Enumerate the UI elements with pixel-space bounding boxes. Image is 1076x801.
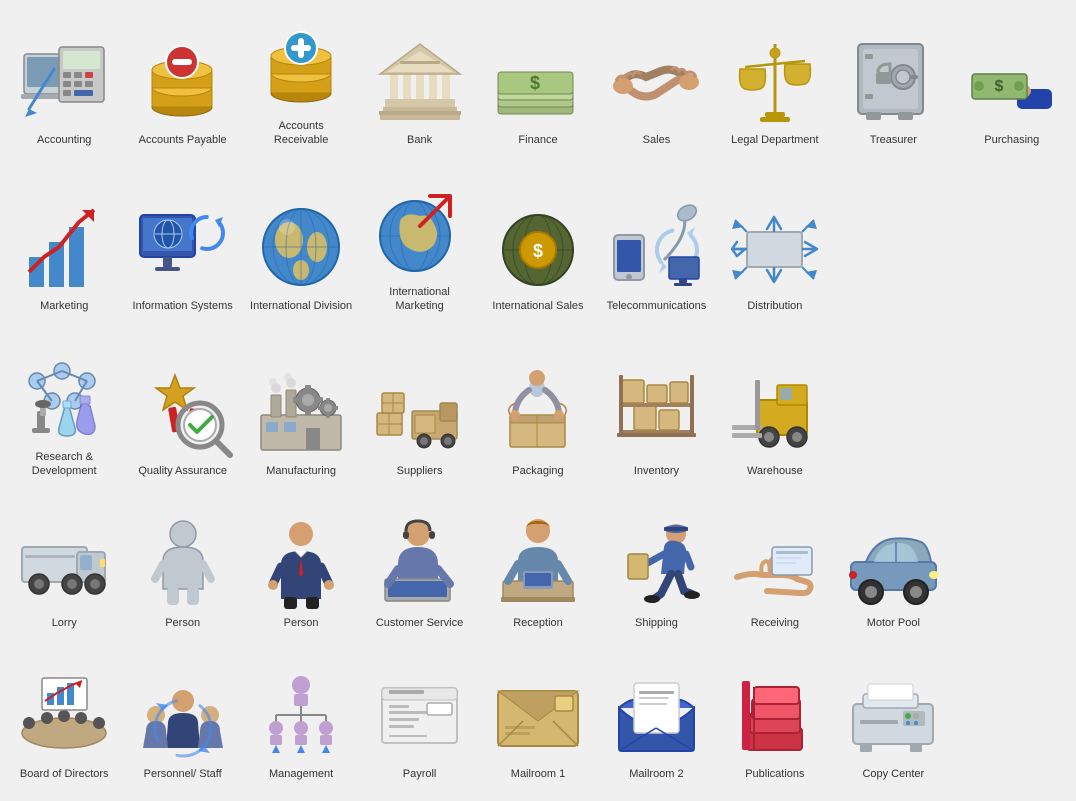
item-person-silhouette[interactable]: Person — [128, 512, 236, 635]
item-accounting-label: Accounting — [37, 133, 91, 147]
item-copy-center-label: Copy Center — [862, 767, 924, 781]
item-packaging-label: Packaging — [512, 464, 563, 478]
item-distribution[interactable]: Distribution — [721, 181, 829, 319]
item-international-marketing[interactable]: International Marketing — [365, 181, 473, 319]
item-person2-label: Person — [284, 616, 319, 630]
item-intl-div-label: International Division — [250, 299, 352, 313]
item-international-division[interactable]: International Division — [247, 181, 355, 319]
item-inventory[interactable]: Inventory — [602, 346, 710, 484]
item-telecommunications[interactable]: Telecommunications — [602, 181, 710, 319]
item-accounts-receivable[interactable]: Accounts Receivable — [247, 15, 355, 153]
item-finance-label: Finance — [518, 133, 557, 147]
item-accounts-receivable-label: Accounts Receivable — [250, 119, 352, 148]
item-reception[interactable]: Reception — [484, 512, 592, 635]
item-bank[interactable]: Bank — [365, 15, 473, 153]
item-person-man[interactable]: Person — [247, 512, 355, 635]
item-payroll-label: Payroll — [403, 767, 437, 781]
item-inventory-label: Inventory — [634, 464, 679, 478]
item-personnel-label: Personnel/ Staff — [144, 767, 222, 781]
item-publications[interactable]: Publications — [721, 663, 829, 786]
item-accounts-payable-label: Accounts Payable — [139, 133, 227, 147]
svg-text:$: $ — [994, 78, 1003, 95]
item-intl-sales-label: International Sales — [492, 299, 583, 313]
item-sales-label: Sales — [643, 133, 671, 147]
item-shipping[interactable]: Shipping — [602, 512, 710, 635]
item-lorry[interactable]: Lorry — [10, 512, 118, 635]
item-legal-label: Legal Department — [731, 133, 818, 147]
svg-text:$: $ — [530, 73, 540, 93]
item-information-systems[interactable]: Information Systems — [128, 181, 236, 319]
item-personnel-staff[interactable]: Personnel/ Staff — [128, 663, 236, 786]
item-manufacturing[interactable]: Manufacturing — [247, 346, 355, 484]
item-marketing-label: Marketing — [40, 299, 88, 313]
item-legal-department[interactable]: Legal Department — [721, 15, 829, 153]
item-bank-label: Bank — [407, 133, 432, 147]
item-treasurer-label: Treasurer — [870, 133, 917, 147]
item-sales[interactable]: Sales — [602, 15, 710, 153]
item-international-sales[interactable]: $ International Sales — [484, 181, 592, 319]
item-accounts-payable[interactable]: Accounts Payable — [128, 15, 236, 153]
item-info-systems-label: Information Systems — [133, 299, 233, 313]
item-warehouse[interactable]: Warehouse — [721, 346, 829, 484]
item-purchasing[interactable]: $ Purchasing — [958, 15, 1066, 153]
item-board-label: Board of Directors — [20, 767, 109, 781]
item-research-label: Research & Development — [13, 450, 115, 479]
item-marketing[interactable]: Marketing — [10, 181, 118, 319]
item-copy-center[interactable]: Copy Center — [839, 663, 947, 786]
item-management-label: Management — [269, 767, 333, 781]
item-receiving-label: Receiving — [751, 616, 799, 630]
item-suppliers[interactable]: Suppliers — [365, 346, 473, 484]
item-mailroom1[interactable]: Mailroom 1 — [484, 663, 592, 786]
item-accounting[interactable]: Accounting — [10, 15, 118, 153]
item-board-of-directors[interactable]: Board of Directors — [10, 663, 118, 786]
item-research-development[interactable]: Research & Development — [10, 346, 118, 484]
item-payroll[interactable]: Payroll — [365, 663, 473, 786]
item-receiving[interactable]: Receiving — [721, 512, 829, 635]
item-publications-label: Publications — [745, 767, 804, 781]
svg-text:$: $ — [533, 241, 543, 261]
item-quality-assurance[interactable]: Quality Assurance — [128, 346, 236, 484]
item-suppliers-label: Suppliers — [397, 464, 443, 478]
item-motor-pool-label: Motor Pool — [867, 616, 920, 630]
item-lorry-label: Lorry — [52, 616, 77, 630]
item-mailroom2-label: Mailroom 2 — [629, 767, 683, 781]
item-telecom-label: Telecommunications — [607, 299, 707, 313]
item-treasurer[interactable]: Treasurer — [839, 15, 947, 153]
item-motor-pool[interactable]: Motor Pool — [839, 512, 947, 635]
item-management[interactable]: Management — [247, 663, 355, 786]
item-purchasing-label: Purchasing — [984, 133, 1039, 147]
item-intl-mktg-label: International Marketing — [368, 285, 470, 314]
item-mailroom2[interactable]: Mailroom 2 — [602, 663, 710, 786]
item-reception-label: Reception — [513, 616, 563, 630]
item-customer-service[interactable]: Customer Service — [365, 512, 473, 635]
item-finance[interactable]: $ Finance — [484, 15, 592, 153]
item-distribution-label: Distribution — [747, 299, 802, 313]
item-warehouse-label: Warehouse — [747, 464, 803, 478]
item-mailroom1-label: Mailroom 1 — [511, 767, 565, 781]
icon-grid: Accounting Accounts Payable — [0, 0, 1076, 801]
item-manufacturing-label: Manufacturing — [266, 464, 336, 478]
item-quality-label: Quality Assurance — [138, 464, 227, 478]
item-customer-service-label: Customer Service — [376, 616, 463, 630]
item-packaging[interactable]: Packaging — [484, 346, 592, 484]
item-person1-label: Person — [165, 616, 200, 630]
item-shipping-label: Shipping — [635, 616, 678, 630]
